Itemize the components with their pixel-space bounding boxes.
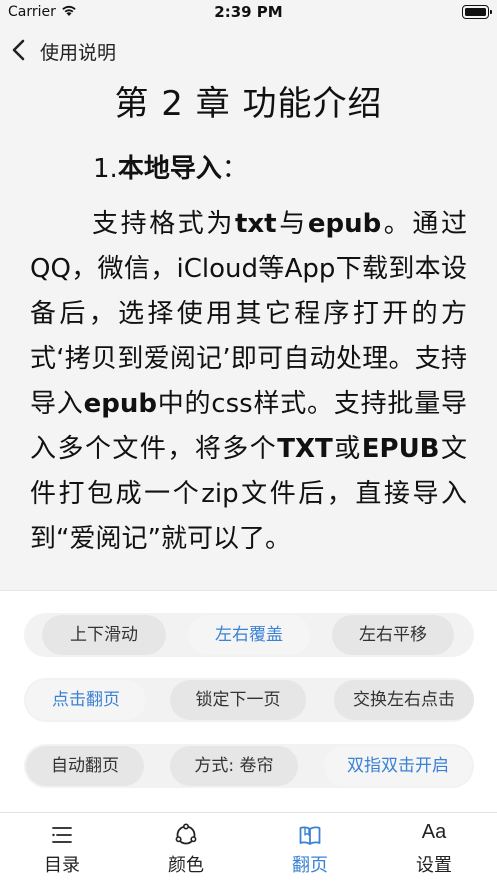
tab-color-label: 颜色 (168, 855, 204, 876)
body-text-run: 与 (276, 209, 308, 239)
body-text-run: EPUB (361, 434, 440, 464)
clock: 2:39 PM (214, 3, 283, 21)
chapter-title: 第 2 章 功能介绍 (114, 84, 383, 124)
tap-mode-swap-sides[interactable]: 交换左右点击 (334, 680, 474, 720)
palette-icon (175, 823, 197, 845)
auto-page-method-button[interactable]: 方式: 卷帘 (170, 746, 298, 786)
chapter-body-text: 支持格式为txt与epub。通过QQ，微信，iCloud等App下载到本设备后，… (30, 202, 467, 562)
body-text-run: 支持格式为 (92, 209, 235, 239)
body-text-run: 。通过QQ，微信，iCloud等App下载到本设备后，选择使用其它程序打开的方式… (30, 209, 467, 419)
reader-content[interactable]: 第 2 章 功能介绍 1.本地导入： 支持格式为txt与epub。通过QQ，微信… (0, 70, 497, 590)
double-tap-enable-button[interactable]: 双指双击开启 (324, 746, 472, 786)
book-icon (299, 826, 321, 845)
tab-contents-label: 目录 (44, 855, 80, 876)
body-text-run: epub (83, 389, 157, 419)
tap-mode-selector: 点击翻页 锁定下一页 交换左右点击 (24, 678, 474, 722)
section-colon: ： (221, 154, 248, 184)
back-button-label[interactable]: 使用说明 (40, 38, 116, 65)
auto-page-button[interactable]: 自动翻页 (26, 746, 144, 786)
tab-contents[interactable]: 目录 (0, 813, 124, 883)
tab-color[interactable]: 颜色 (124, 813, 248, 883)
body-text-run: epub (307, 209, 382, 239)
body-text-run: 或 (332, 434, 362, 464)
tap-mode-page-turn[interactable]: 点击翻页 (26, 680, 146, 720)
tab-page-turn[interactable]: 翻页 (248, 813, 372, 883)
body-text-run: TXT (277, 434, 333, 464)
font-size-icon: Aa (421, 821, 447, 843)
section-title: 本地导入 (117, 154, 222, 184)
scroll-mode-slide[interactable]: 左右平移 (332, 615, 454, 655)
chevron-left-icon[interactable] (10, 38, 28, 62)
page-turn-settings-panel: 上下滑动 左右覆盖 左右平移 点击翻页 锁定下一页 交换左右点击 自动翻页 方式… (0, 590, 497, 812)
nav-bar: 使用说明 (0, 30, 497, 70)
auto-page-row: 自动翻页 方式: 卷帘 双指双击开启 (24, 744, 474, 788)
battery-icon (462, 5, 492, 19)
scroll-mode-cover[interactable]: 左右覆盖 (188, 615, 310, 655)
body-text-run: txt (234, 209, 277, 239)
tap-mode-lock-next[interactable]: 锁定下一页 (170, 680, 306, 720)
status-bar: Carrier 2:39 PM (0, 0, 497, 26)
tab-settings-label: 设置 (416, 855, 452, 876)
scroll-mode-selector: 上下滑动 左右覆盖 左右平移 (24, 613, 474, 657)
section-heading: 1.本地导入： (93, 148, 248, 185)
tab-page-turn-label: 翻页 (292, 855, 328, 876)
list-icon (52, 827, 72, 843)
tab-bar: 目录 颜色 翻页 Aa 设置 (0, 812, 497, 883)
section-number: 1. (93, 154, 118, 184)
scroll-mode-vertical[interactable]: 上下滑动 (42, 615, 166, 655)
tab-settings[interactable]: Aa 设置 (372, 813, 496, 883)
